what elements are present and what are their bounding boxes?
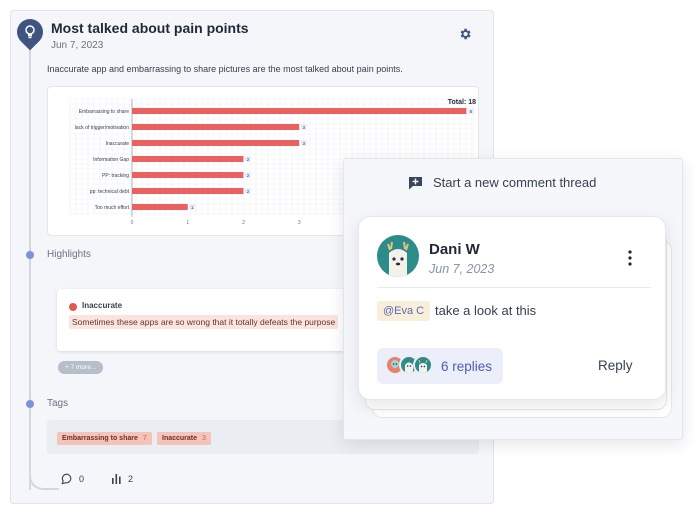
highlight-card[interactable]: Inaccurate Sometimes these apps are so w… — [57, 289, 349, 351]
lightbulb-icon — [25, 25, 35, 39]
bar — [132, 108, 467, 114]
category-label: pp: technical debt — [90, 189, 130, 195]
category-label: Too much effort — [95, 205, 130, 211]
reply-avatars — [385, 355, 437, 377]
new-thread-label: Start a new comment thread — [433, 175, 597, 190]
avatar — [377, 235, 419, 277]
new-comment-thread-button[interactable]: Start a new comment thread — [408, 175, 596, 190]
tag-count: 7 — [142, 435, 147, 442]
bar — [132, 188, 244, 194]
bar — [132, 156, 244, 162]
timeline-curve — [29, 466, 59, 490]
insight-title: Most talked about pain points — [51, 20, 249, 36]
x-tick-label: 1 — [186, 220, 189, 226]
highlights-label: Highlights — [47, 249, 91, 260]
view-replies-button[interactable]: 6 replies — [377, 348, 503, 384]
bar — [132, 172, 244, 178]
deer-avatar-icon — [418, 359, 428, 373]
timeline-dot-highlights — [26, 251, 34, 259]
mention-chip[interactable]: @Eva C — [377, 301, 431, 321]
gear-icon[interactable] — [458, 27, 472, 41]
highlight-text: Sometimes these apps are so wrong that i… — [69, 315, 339, 329]
comment-thread-card[interactable]: Dani W Jun 7, 2023 @Eva C take a look at… — [358, 216, 666, 400]
comment-divider — [377, 287, 651, 288]
bar — [132, 124, 300, 130]
category-label: Information Gap — [93, 157, 129, 163]
add-comment-icon — [409, 176, 422, 189]
tag-color-dot — [69, 303, 77, 311]
comment-date: Jun 7, 2023 — [429, 262, 495, 276]
category-label: lack of trigger/motivation — [75, 125, 129, 131]
comment-bubble-icon — [61, 473, 72, 485]
comment-body: take a look at this — [435, 303, 537, 318]
deer-avatar-icon — [377, 235, 419, 277]
tag-pill[interactable]: Inaccurate 3 — [157, 432, 211, 445]
category-label: Inaccurate — [106, 141, 130, 147]
more-options-icon[interactable] — [625, 249, 635, 267]
tag-pill[interactable]: Embarrassing to share 7 — [57, 432, 152, 445]
more-highlights-button[interactable]: + 7 more... — [58, 361, 104, 374]
reply-button[interactable]: Reply — [598, 358, 633, 373]
chart-total-label: Total: 18 — [448, 99, 476, 106]
comments-button[interactable]: 0 — [61, 473, 84, 485]
bar-chart-icon — [112, 474, 121, 484]
bar — [132, 140, 300, 146]
replies-count-label: 6 replies — [441, 358, 493, 374]
tag-count: 3 — [202, 435, 206, 442]
comments-count: 0 — [79, 474, 85, 484]
insight-summary: Inaccurate app and embarrassing to share… — [47, 64, 403, 74]
stats-button[interactable]: 2 — [111, 473, 133, 484]
tags-label: Tags — [47, 398, 69, 409]
tag-name: Embarrassing to share — [62, 435, 138, 442]
category-label: Embarrassing to share — [79, 109, 130, 115]
timeline-dot-tags — [26, 400, 34, 408]
x-tick-label: 0 — [131, 220, 134, 226]
comment-author: Dani W — [429, 241, 480, 258]
avatar — [413, 355, 433, 375]
stats-count: 2 — [128, 473, 134, 484]
insight-pin — [11, 13, 49, 51]
x-tick-label: 2 — [242, 220, 245, 226]
highlight-tag: Inaccurate — [82, 301, 123, 310]
insight-date: Jun 7, 2023 — [51, 40, 104, 51]
bar — [132, 204, 188, 210]
timeline-line — [29, 45, 31, 490]
category-label: PP: tracking — [102, 173, 129, 179]
x-tick-label: 3 — [298, 220, 301, 226]
tag-name: Inaccurate — [162, 435, 198, 442]
